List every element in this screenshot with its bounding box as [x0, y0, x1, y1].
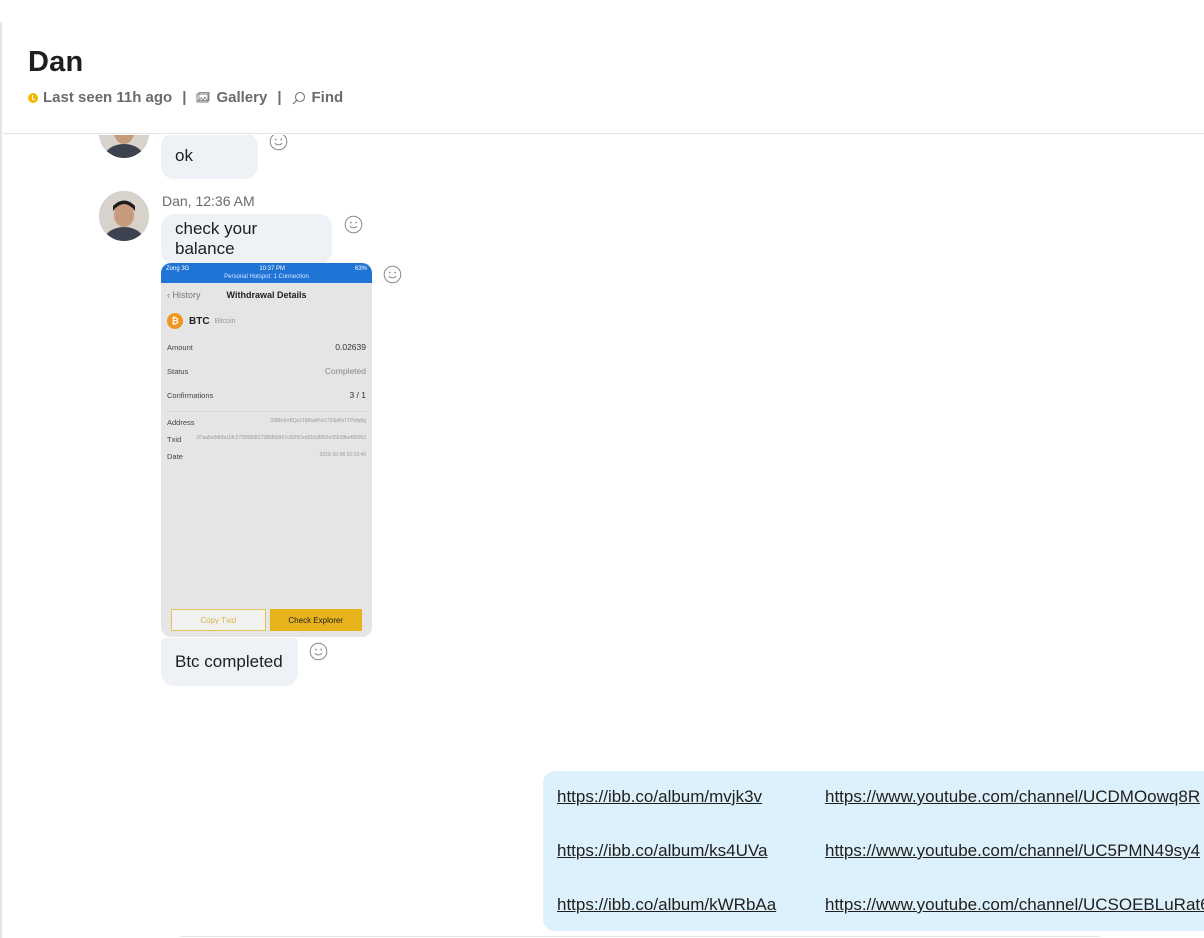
add-reaction-icon[interactable]	[344, 215, 363, 234]
amount-row: Amount 0.02639	[161, 335, 372, 359]
date-value: 2019-10-08 22:19:40	[319, 452, 366, 458]
date-label: Date	[167, 452, 183, 461]
message-bubble[interactable]: check your balance	[161, 214, 332, 264]
divider	[167, 411, 366, 412]
copy-txid-button: Copy Txid	[171, 609, 266, 631]
message-bubble[interactable]: ok	[161, 135, 258, 179]
check-explorer-button: Check Explorer	[269, 609, 362, 631]
conversation-header: Dan Last seen 11h ago | Gallery | Find	[3, 0, 1204, 134]
image-attachment[interactable]: Zong 3G 10:37 PM 63% Personal Hotspot: 1…	[161, 263, 372, 637]
youtube-link[interactable]: https://www.youtube.com/channel/UC5PMN49…	[825, 841, 1200, 861]
link-row: https://ibb.co/album/kWRbAa https://www.…	[557, 895, 1204, 915]
address-value: 33BRxhrBQz21fjRwkPw1722pRn1TPotp8g	[270, 418, 366, 424]
composer-top-border	[180, 936, 1100, 937]
txid-label: Txid	[167, 435, 182, 444]
avatar[interactable]	[99, 135, 149, 158]
date-row: Date 2019-10-08 22:19:40	[161, 452, 372, 461]
link-row: https://ibb.co/album/ks4UVa https://www.…	[557, 841, 1200, 861]
screenshot-buttons: Copy Txid Check Explorer	[161, 609, 372, 637]
status-row: Status Completed	[161, 359, 372, 383]
screenshot-nav: ‹ History Withdrawal Details	[161, 283, 372, 307]
status-label: Status	[167, 366, 189, 376]
phone-status-bar: Zong 3G 10:37 PM 63% Personal Hotspot: 1…	[161, 263, 372, 283]
separator: |	[182, 89, 187, 106]
message-bubble[interactable]: Btc completed	[161, 638, 298, 686]
separator: |	[277, 89, 282, 106]
album-link[interactable]: https://ibb.co/album/ks4UVa	[557, 841, 825, 861]
avatar[interactable]	[99, 191, 149, 241]
hotspot-banner: Personal Hotspot: 1 Connection	[224, 274, 309, 280]
coin-symbol: BTC	[189, 315, 210, 327]
carrier-label: Zong 3G	[166, 266, 190, 272]
add-reaction-icon[interactable]	[309, 642, 328, 661]
confirmations-row: Confirmations 3 / 1	[161, 383, 372, 407]
add-reaction-icon[interactable]	[383, 265, 402, 284]
message-text: Btc completed	[175, 652, 283, 671]
gallery-button[interactable]: Gallery	[196, 89, 267, 106]
address-label: Address	[167, 418, 195, 427]
message-text: check your balance	[175, 219, 258, 258]
history-back: ‹ History	[167, 290, 201, 300]
txid-value: 07aa5e9d0fa16fc2729900817386f66967c92f97…	[196, 435, 366, 441]
youtube-link[interactable]: https://www.youtube.com/channel/UCDMOowq…	[825, 787, 1200, 807]
album-link[interactable]: https://ibb.co/album/kWRbAa	[557, 895, 825, 915]
sender-timestamp: Dan, 12:36 AM	[162, 193, 255, 209]
contact-name: Dan	[28, 46, 84, 78]
battery-level: 63%	[354, 266, 367, 272]
gallery-label: Gallery	[216, 89, 268, 106]
find-label: Find	[311, 89, 344, 106]
confirmations-label: Confirmations	[167, 390, 214, 400]
status-value: Completed	[324, 366, 366, 376]
away-status-icon	[28, 92, 38, 103]
message-text: ok	[175, 146, 193, 165]
coin-name: Bitcoin	[214, 317, 236, 325]
txid-row: Txid 07aa5e9d0fa16fc2729900817386f66967c…	[161, 435, 372, 444]
confirmations-value: 3 / 1	[349, 390, 366, 400]
youtube-link[interactable]: https://www.youtube.com/channel/UCSOEBLu…	[825, 895, 1204, 915]
amount-value: 0.02639	[335, 342, 366, 352]
address-row: Address 33BRxhrBQz21fjRwkPw1722pRn1TPotp…	[161, 418, 372, 427]
bitcoin-icon: ₿	[167, 313, 183, 329]
gallery-icon	[196, 91, 210, 102]
amount-label: Amount	[167, 342, 193, 352]
coin-row: ₿ BTC Bitcoin	[161, 307, 372, 335]
album-link[interactable]: https://ibb.co/album/mvjk3v	[557, 787, 825, 807]
find-button[interactable]: Find	[292, 89, 344, 106]
link-row: https://ibb.co/album/mvjk3v https://www.…	[557, 787, 1200, 807]
back-label: History	[172, 290, 201, 300]
message-list[interactable]: ok Dan, 12:36 AM check your balance Zong…	[3, 135, 1204, 938]
outgoing-message-bubble[interactable]: https://ibb.co/album/mvjk3v https://www.…	[543, 771, 1204, 931]
phone-time: 10:37 PM	[259, 266, 286, 272]
last-seen-status: Last seen 11h ago	[43, 89, 173, 106]
add-reaction-icon[interactable]	[269, 135, 288, 151]
header-meta: Last seen 11h ago | Gallery | Find	[28, 89, 343, 106]
search-icon	[292, 91, 305, 104]
